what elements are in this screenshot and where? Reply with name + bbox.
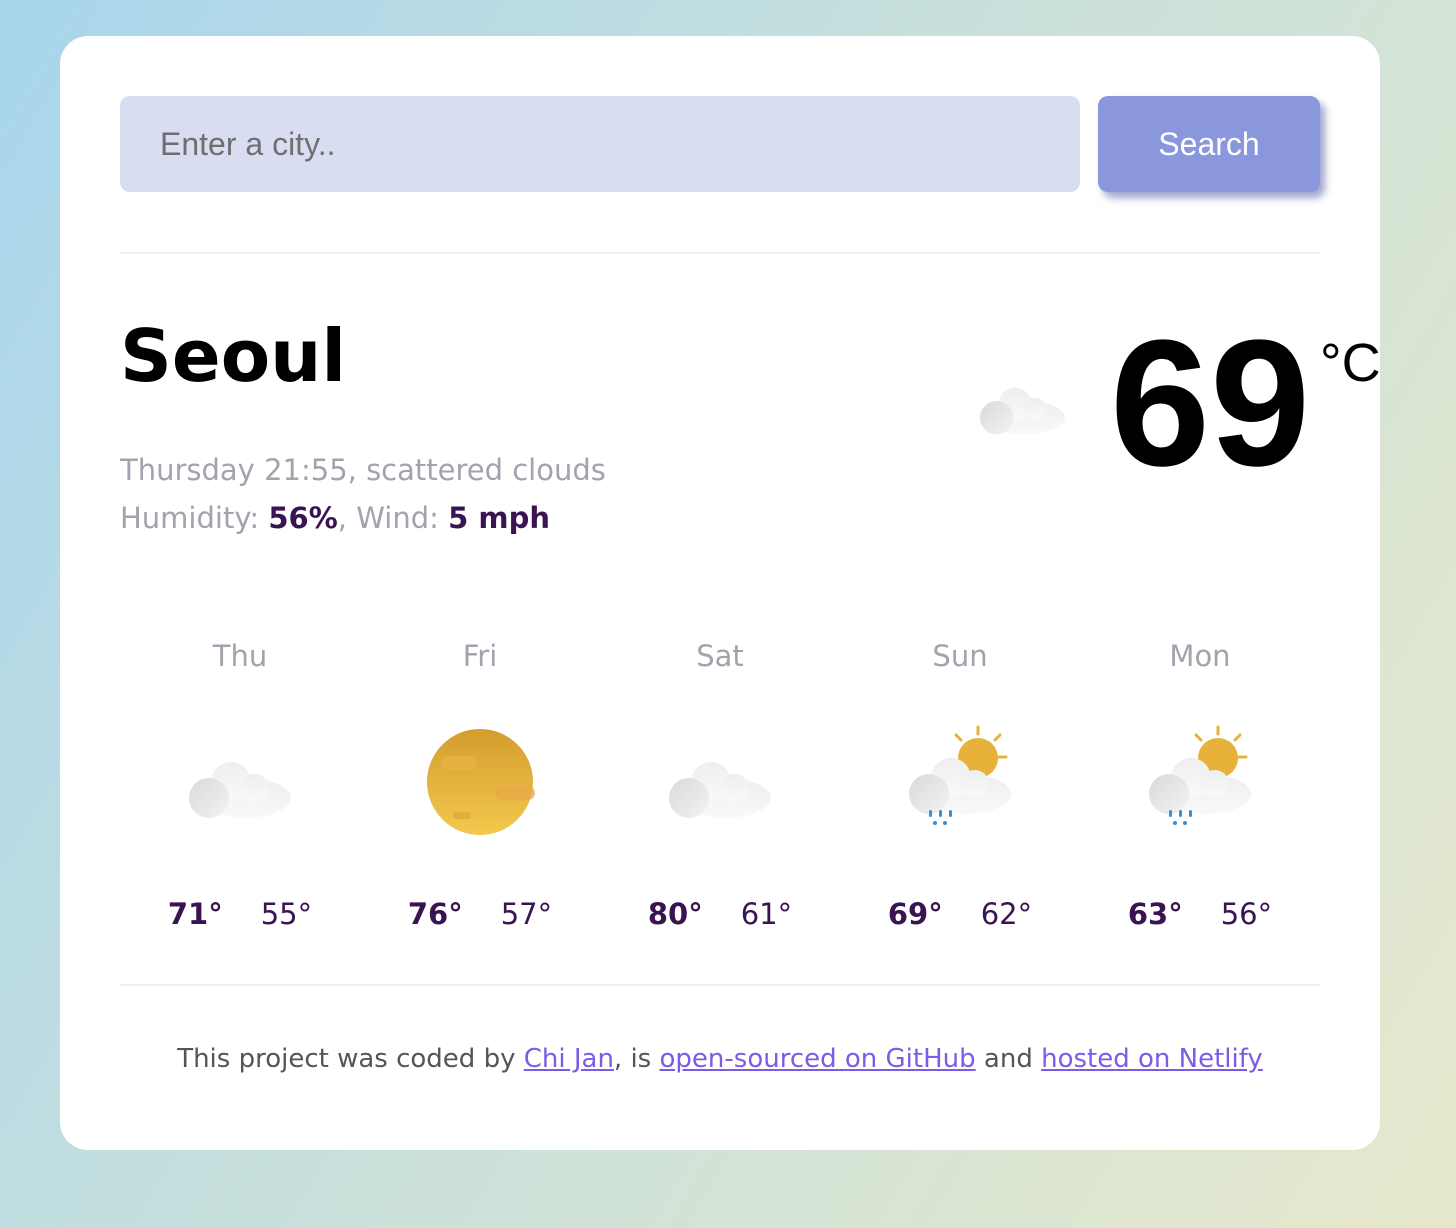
city-name: Seoul — [120, 314, 347, 398]
forecast-max: 76° — [407, 897, 463, 931]
cloud-icon — [189, 762, 291, 818]
forecast-day-name: Mon — [1169, 639, 1231, 673]
footer-and: and — [975, 1044, 1042, 1074]
humidity-value: 56% — [268, 501, 338, 535]
forecast-day: Mon 63° 56° — [1080, 634, 1320, 984]
github-link[interactable]: open-sourced on GitHub — [660, 1044, 976, 1074]
city-search-input[interactable] — [120, 96, 1080, 192]
forecast-max: 71° — [167, 897, 223, 931]
temperature-unit: °C — [1320, 333, 1381, 393]
forecast-day-name: Sun — [932, 639, 988, 673]
forecast-temps: 76° 57° — [360, 894, 600, 934]
forecast-day: Sat 80° 61° — [600, 634, 840, 984]
footer-middle: , is — [613, 1044, 660, 1074]
footer: This project was coded by Chi Jan, is op… — [120, 1044, 1320, 1074]
forecast-min: 56° — [1220, 897, 1273, 931]
forecast-day: Sun 69° 62° — [840, 634, 1080, 984]
forecast-day: Fri 76° 57° — [360, 634, 600, 984]
forecast-temps: 71° 55° — [120, 894, 360, 934]
forecast-max: 63° — [1127, 897, 1183, 931]
search-form: Search — [120, 96, 1320, 192]
weather-details: Thursday 21:55, scattered clouds Humidit… — [120, 446, 606, 542]
forecast-day-name: Fri — [462, 639, 498, 673]
humidity-label: Humidity: — [120, 501, 269, 535]
forecast: Thu 71° 55° Fri 76° 57° Sat 80° 61° Sun … — [120, 634, 1320, 984]
forecast-min: 55° — [260, 897, 313, 931]
current-temperature: 69 — [1110, 303, 1311, 504]
forecast-temps: 80° 61° — [600, 894, 840, 934]
current-weather: Seoul Thursday 21:55, scattered clouds H… — [120, 254, 1381, 594]
forecast-min: 57° — [500, 897, 553, 931]
forecast-temps: 69° 62° — [840, 894, 1080, 934]
humidity-wind: Humidity: 56%, Wind: 5 mph — [120, 494, 606, 542]
wind-label: , Wind: — [337, 501, 449, 535]
forecast-day-name: Sat — [696, 639, 744, 673]
date-description: Thursday 21:55, scattered clouds — [120, 453, 606, 487]
forecast-min: 61° — [740, 897, 793, 931]
cloud-icon — [669, 762, 771, 818]
scattered-clouds-icon — [980, 387, 1065, 435]
sun-cloud-rain-icon — [909, 725, 1011, 825]
netlify-link[interactable]: hosted on Netlify — [1041, 1044, 1263, 1074]
search-button[interactable]: Search — [1098, 96, 1320, 192]
sun-haze-icon — [427, 729, 535, 835]
forecast-max: 80° — [647, 897, 703, 931]
forecast-day-name: Thu — [212, 639, 268, 673]
weather-card: Search Seoul Thursday 21:55, scattered c… — [60, 36, 1381, 1150]
author-link[interactable]: Chi Jan — [524, 1044, 614, 1074]
forecast-min: 62° — [980, 897, 1033, 931]
forecast-day: Thu 71° 55° — [120, 634, 360, 984]
divider — [120, 984, 1320, 986]
forecast-temps: 63° 56° — [1080, 894, 1320, 934]
footer-prefix: This project was coded by — [177, 1044, 524, 1074]
wind-value: 5 mph — [448, 501, 551, 535]
forecast-max: 69° — [887, 897, 943, 931]
sun-cloud-rain-icon — [1149, 725, 1251, 825]
